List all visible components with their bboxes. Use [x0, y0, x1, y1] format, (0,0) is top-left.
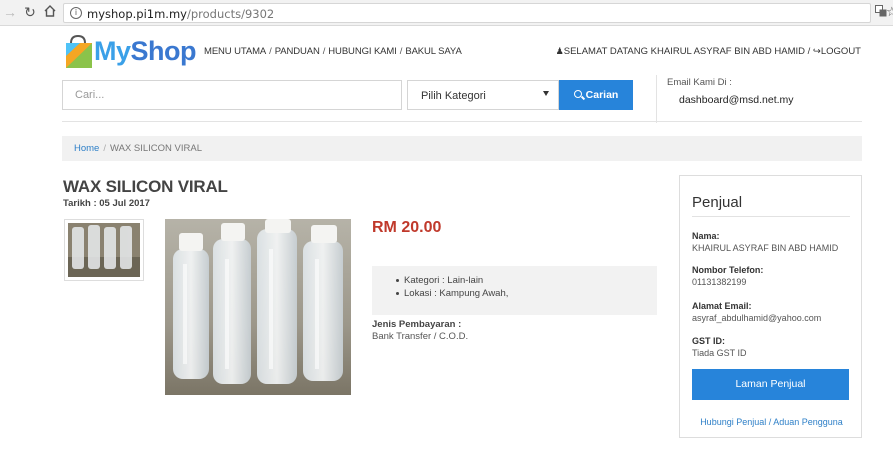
category-select[interactable]: Pilih Kategori	[407, 80, 559, 110]
brand-name: MyShop	[94, 34, 197, 68]
breadcrumb-home-link[interactable]: Home	[74, 143, 99, 154]
breadcrumb: Home / WAX SILICON VIRAL	[62, 136, 862, 161]
nav-bakul-saya[interactable]: BAKUL SAYA	[405, 46, 461, 57]
logout-link[interactable]: LOGOUT	[821, 46, 861, 57]
breadcrumb-current: WAX SILICON VIRAL	[109, 143, 203, 154]
chevron-down-icon	[543, 91, 549, 96]
attribute-category: Kategori : Lain-lain	[396, 274, 657, 287]
payment-value: Bank Transfer / C.O.D.	[372, 331, 469, 342]
search-button-label: Carian	[585, 89, 619, 101]
main-nav: MENU UTAMA / PANDUAN / HUBUNGI KAMI / BAKUL SA…	[204, 46, 462, 57]
brand-part-my: My	[94, 36, 131, 66]
product-thumbnail[interactable]	[64, 219, 144, 281]
product-title: WAX SILICON VIRAL	[63, 177, 228, 196]
home-icon[interactable]	[42, 4, 58, 20]
category-select-value: Pilih Kategori	[421, 90, 486, 102]
contact-email-label: Email Kami Di :	[667, 77, 732, 88]
product-main-image[interactable]	[165, 219, 351, 395]
nav-panduan[interactable]: PANDUAN	[275, 46, 320, 57]
nav-separator: /	[399, 46, 403, 57]
product-photo	[165, 219, 351, 395]
search-input-wrapper	[62, 80, 402, 110]
contact-email-value: dashboard@msd.net.my	[679, 94, 794, 106]
site-logo[interactable]: MyShop	[64, 34, 197, 68]
address-bar[interactable]: i myshop.pi1m.my/products/9302	[63, 3, 871, 23]
seller-email-label: Alamat Email:	[692, 301, 752, 311]
forward-arrow-icon[interactable]: →	[2, 4, 18, 20]
nav-separator: /	[322, 46, 326, 57]
contact-email-block: Email Kami Di : dashboard@msd.net.my	[656, 75, 794, 123]
contact-seller-link[interactable]: Hubungi Penjual / Aduan Pengguna	[680, 417, 863, 427]
search-icon	[573, 90, 582, 98]
browser-toolbar: → ↻ i myshop.pi1m.my/products/9302 ☆	[0, 0, 893, 26]
payment-label: Jenis Pembayaran :	[372, 319, 462, 330]
logout-icon: ↪	[812, 46, 821, 57]
reload-icon[interactable]: ↻	[22, 4, 38, 20]
product-price: RM 20.00	[372, 219, 442, 236]
url-path: /products/9302	[186, 7, 275, 21]
seller-email-value: asyraf_abdulhamid@yahoo.com	[692, 313, 822, 323]
seller-phone-label: Nombor Telefon:	[692, 265, 764, 275]
seller-phone-value: 01131382199	[692, 277, 747, 287]
search-input[interactable]	[63, 81, 401, 109]
divider	[692, 216, 850, 217]
thumbnail-image	[68, 223, 140, 277]
breadcrumb-separator: /	[103, 143, 106, 154]
search-button[interactable]: Carian	[559, 80, 633, 110]
nav-separator: /	[269, 46, 272, 57]
url-host: myshop.pi1m.my	[87, 7, 187, 21]
seller-page-button[interactable]: Laman Penjual	[692, 369, 849, 400]
attribute-location: Lokasi : Kampung Awah,	[396, 287, 657, 300]
seller-name-label: Nama:	[692, 231, 720, 241]
bookmark-star-icon[interactable]: ☆	[886, 5, 893, 19]
shopping-bag-logo-icon	[66, 34, 92, 68]
seller-panel: Penjual Nama: KHAIRUL ASYRAF BIN ABD HAM…	[679, 175, 862, 438]
info-icon[interactable]: i	[70, 7, 82, 19]
nav-hubungi-kami[interactable]: HUBUNGI KAMI	[328, 46, 397, 57]
url-text: myshop.pi1m.my/products/9302	[87, 7, 274, 21]
product-attributes: Kategori : Lain-lain Lokasi : Kampung Aw…	[372, 266, 657, 315]
search-bar: Pilih Kategori Carian Email Kami Di : da…	[62, 75, 862, 123]
product-date: Tarikh : 05 Jul 2017	[63, 198, 150, 209]
welcome-user-link[interactable]: SELAMAT DATANG KHAIRUL ASYRAF BIN ABD HA…	[564, 46, 805, 57]
user-icon: ♟	[555, 46, 564, 56]
seller-name-value: KHAIRUL ASYRAF BIN ABD HAMID	[692, 243, 839, 253]
seller-gst-value: Tiada GST ID	[692, 348, 747, 358]
brand-part-shop: Shop	[130, 36, 197, 66]
seller-panel-title: Penjual	[692, 194, 743, 211]
user-nav: ♟SELAMAT DATANG KHAIRUL ASYRAF BIN ABD H…	[556, 46, 861, 57]
nav-menu-utama[interactable]: MENU UTAMA	[204, 46, 266, 57]
seller-gst-label: GST ID:	[692, 336, 725, 346]
user-nav-separator: /	[807, 46, 811, 57]
